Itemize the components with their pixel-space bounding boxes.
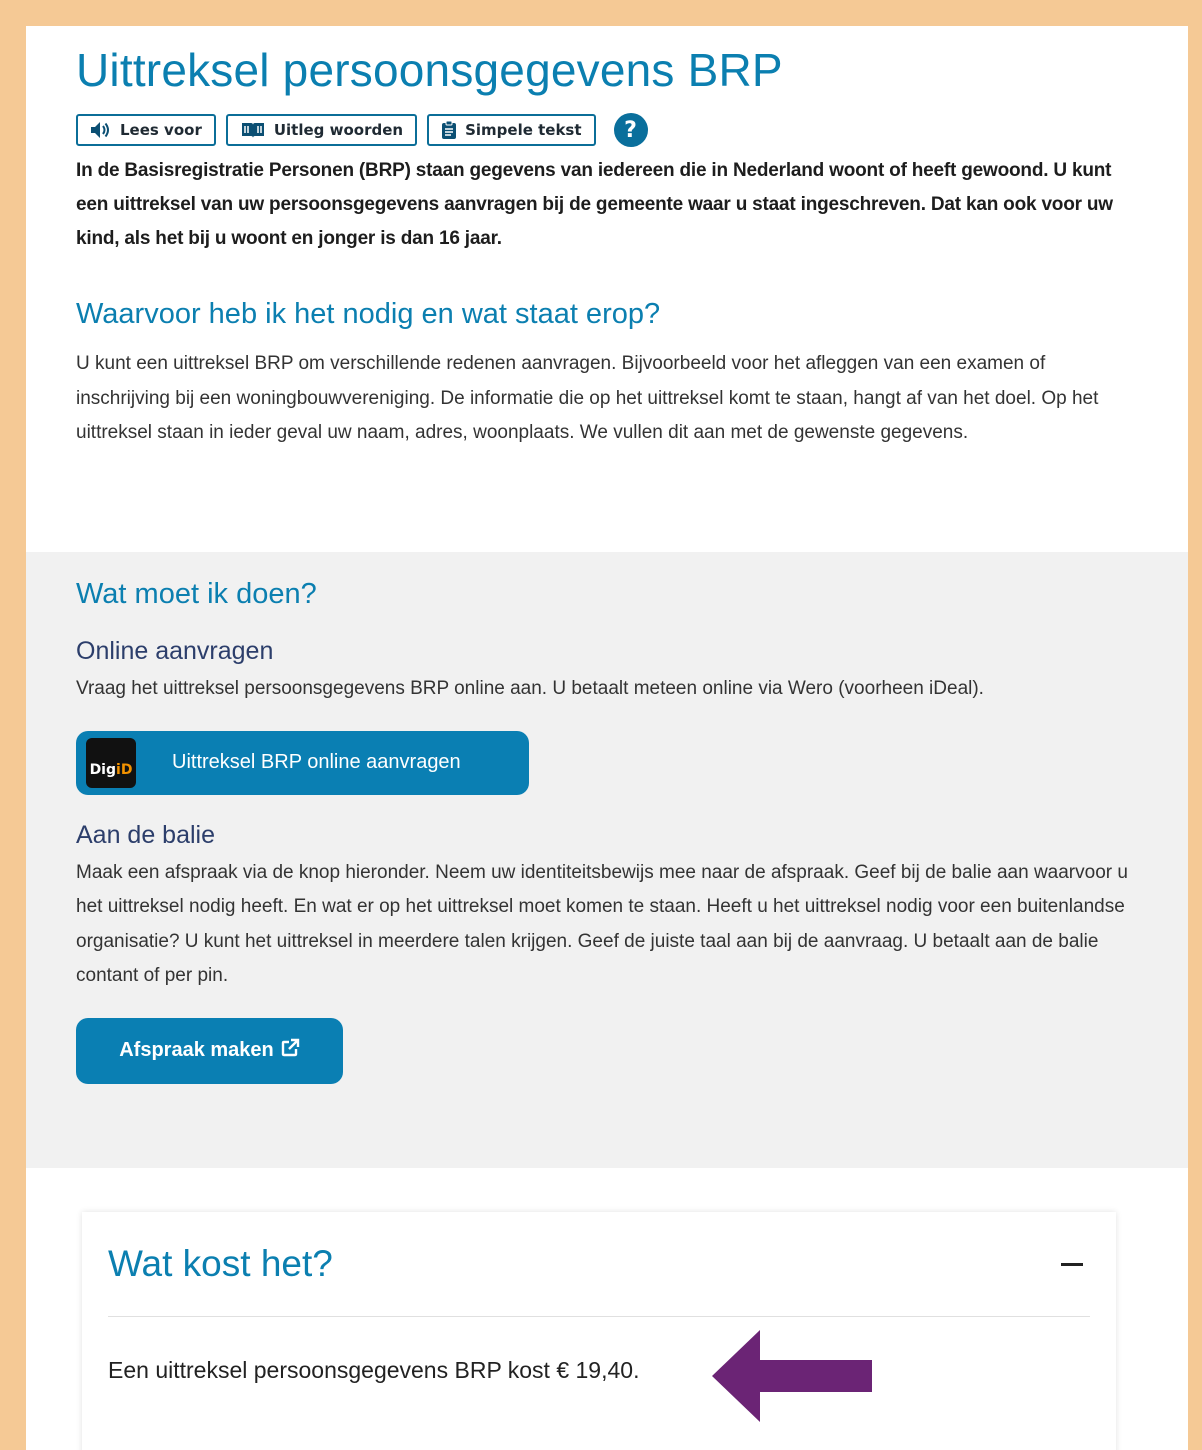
explain-words-label: Uitleg woorden [273,121,404,139]
digid-logo-part-b: iD [116,761,133,778]
cost-heading: Wat kost het? [108,1243,333,1284]
intro-text: In de Basisregistratie Personen (BRP) st… [76,160,1113,249]
what-to-do-heading: Wat moet ik doen? [76,578,317,610]
explain-words-button[interactable]: Uitleg woorden [225,114,418,146]
desk-text: Maak een afspraak via de knop hieronder.… [76,861,1128,987]
external-link-icon [280,1038,300,1064]
cost-accordion-header[interactable]: Wat kost het? [108,1212,1090,1317]
online-request-label: Uittreksel BRP online aanvragen [172,751,461,773]
read-aloud-label: Lees voor [120,121,202,139]
online-request-button[interactable]: Dig iD Uittreksel BRP online aanvragen [76,730,529,795]
help-icon[interactable]: ? [613,113,648,147]
cost-accordion: Wat kost het? Een uittreksel persoonsgeg… [82,1212,1116,1450]
page-content: Uittreksel persoonsgegevens BRP Lees voo… [26,26,1188,1450]
arrow-left-icon [712,1330,876,1430]
simple-text-button[interactable]: Simpele tekst [427,114,596,146]
online-heading: Online aanvragen [76,637,274,665]
book-icon [240,121,266,139]
make-appointment-button[interactable]: Afspraak maken [76,1017,343,1084]
digid-logo-part-a: Dig [89,761,117,778]
cost-text: Een uittreksel persoonsgegevens BRP kost… [108,1357,640,1383]
simple-text-label: Simpele tekst [465,121,582,139]
digid-logo: Dig iD [86,737,136,788]
accessibility-toolbar: Lees voor Uitleg woorden Simpele tekst ? [76,112,1138,148]
speaker-icon [90,121,112,139]
online-text: Vraag het uittreksel persoonsgegevens BR… [76,678,984,699]
read-aloud-button[interactable]: Lees voor [76,114,216,146]
why-heading: Waarvoor heb ik het nodig en wat staat e… [76,298,661,330]
desk-heading: Aan de balie [76,820,216,849]
clipboard-icon [441,120,457,140]
why-text: U kunt een uittreksel BRP om verschillen… [76,353,1099,443]
intro-section: Uittreksel persoonsgegevens BRP Lees voo… [26,26,1188,538]
make-appointment-label: Afspraak maken [119,1039,274,1061]
collapse-icon[interactable] [1054,1246,1090,1282]
what-to-do-section: Wat moet ik doen? Online aanvragen Vraag… [26,552,1188,1168]
page-title: Uittreksel persoonsgegevens BRP [76,44,783,96]
